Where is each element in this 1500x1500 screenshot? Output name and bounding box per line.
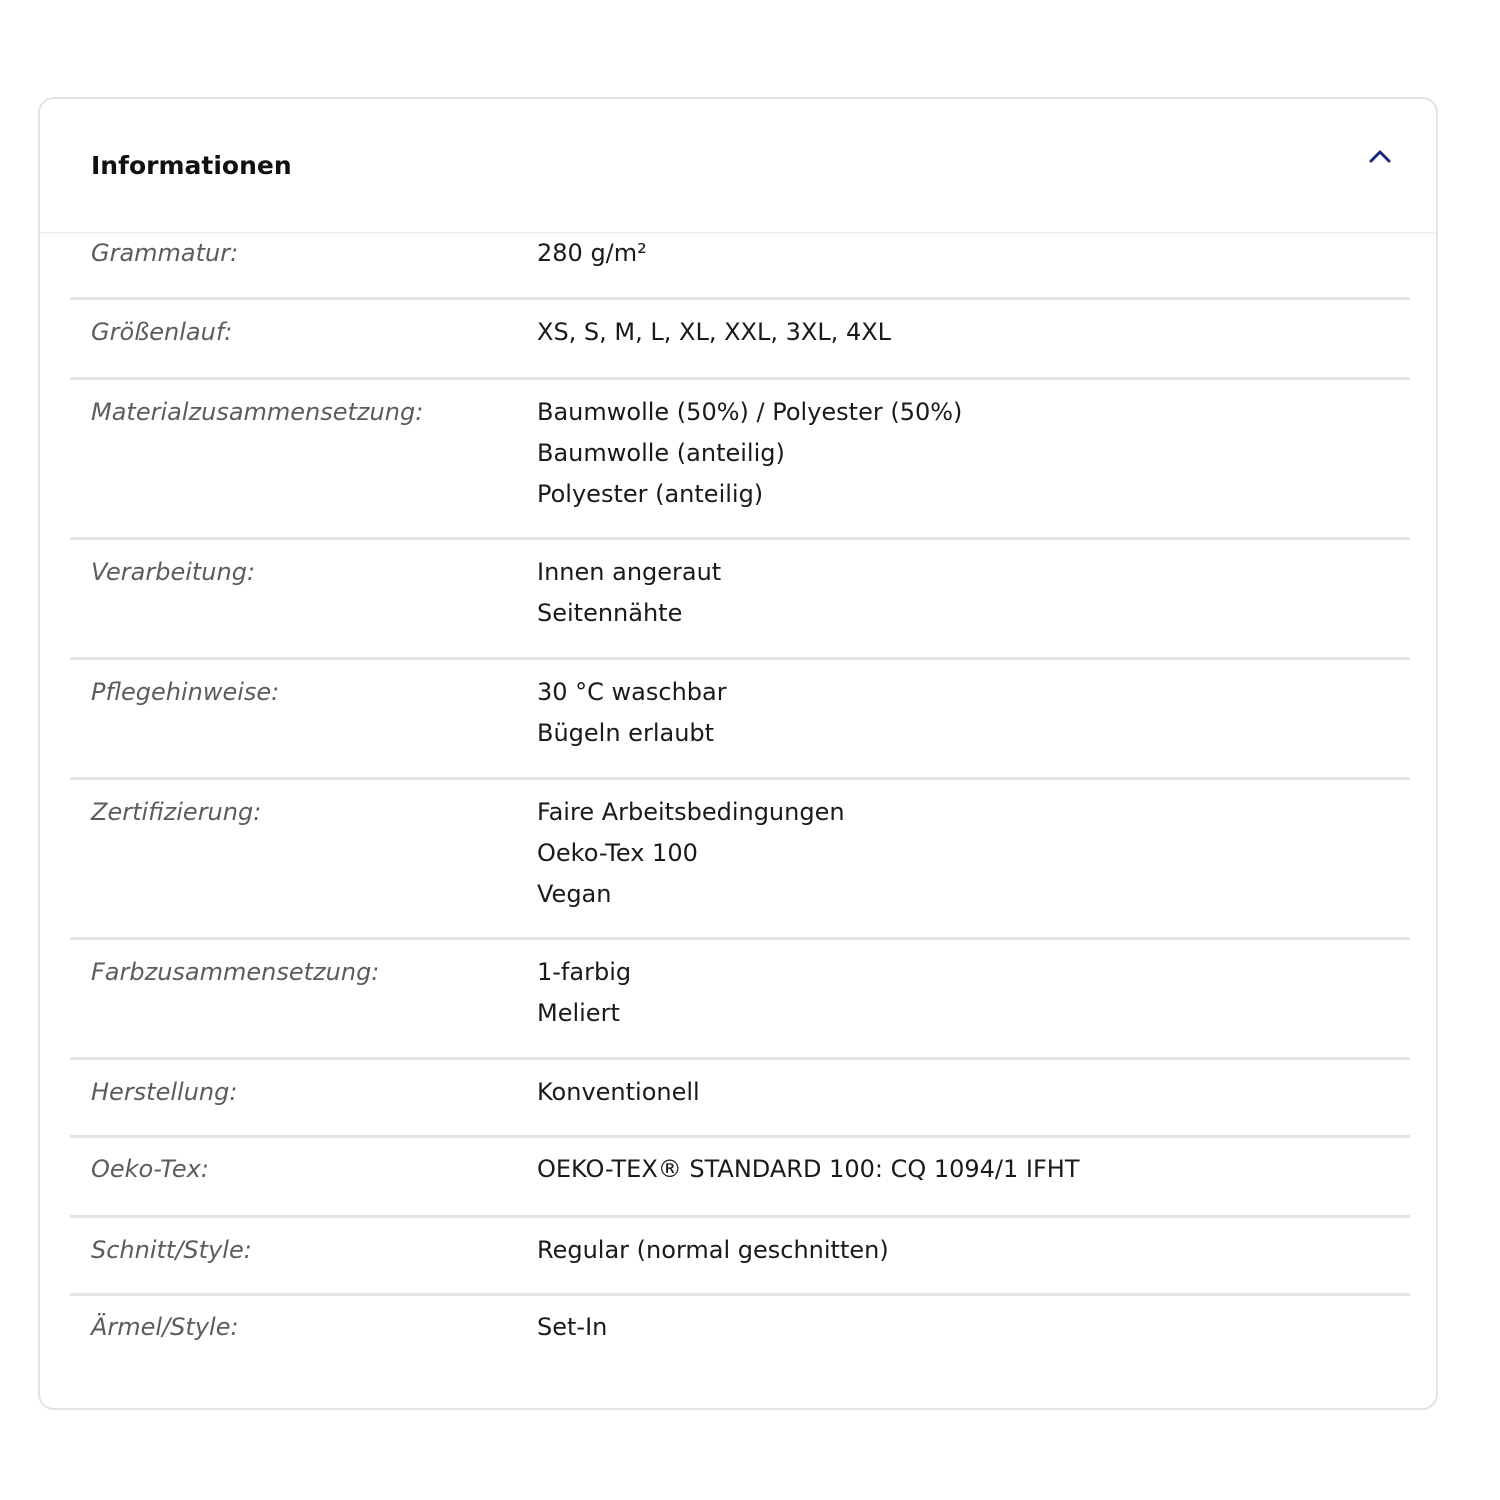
info-row-value: XS, S, M, L, XL, XXL, 3XL, 4XL <box>537 318 892 346</box>
info-row-label: Zertifizierung: <box>91 798 262 826</box>
info-row-values: Innen angeraut Seitennähte <box>537 552 721 634</box>
info-row-label: Farbzusammensetzung: <box>91 958 380 986</box>
info-row-values: XS, S, M, L, XL, XXL, 3XL, 4XL <box>537 312 891 353</box>
info-row-value: Vegan <box>537 880 612 908</box>
info-row-value: Seitennähte <box>537 599 683 627</box>
info-row-label: Grammatur: <box>91 239 239 267</box>
info-row-verarbeitung: Verarbeitung: Innen angeraut Seitennähte <box>70 540 1410 660</box>
info-row-values: Set-In <box>537 1307 607 1348</box>
info-row-label: Oeko-Tex: <box>91 1155 209 1183</box>
info-row-grammatur: Grammatur: 280 g/m² <box>70 233 1410 300</box>
info-row-values: 280 g/m² <box>537 233 647 274</box>
info-row-values: Konventionell <box>537 1072 700 1113</box>
info-row-value: Set-In <box>537 1313 608 1341</box>
info-row-values: OEKO-TEX® STANDARD 100: CQ 1094/1 IFHT <box>537 1149 1080 1190</box>
info-row-zertifizierung: Zertifizierung: Faire Arbeitsbedingungen O… <box>70 780 1410 940</box>
info-row-value: OEKO-TEX® STANDARD 100: CQ 1094/1 IFHT <box>537 1155 1080 1183</box>
info-row-oeko-tex: Oeko-Tex: OEKO-TEX® STANDARD 100: CQ 1094… <box>70 1138 1410 1218</box>
info-row-label: Verarbeitung: <box>91 558 256 586</box>
info-row-value: Polyester (anteilig) <box>537 480 764 508</box>
info-row-value: 280 g/m² <box>537 239 647 267</box>
info-row-value: Regular (normal geschnitten) <box>537 1236 889 1264</box>
accordion-header[interactable]: Informationen <box>40 99 1436 233</box>
info-row-value: Innen angeraut <box>537 558 722 586</box>
info-row-values: Faire Arbeitsbedingungen Oeko-Tex 100 Vega… <box>537 792 845 915</box>
info-row-values: Regular (normal geschnitten) <box>537 1230 889 1271</box>
info-row-value: Baumwolle (50%) / Polyester (50%) <box>537 398 963 426</box>
info-row-label: Größenlauf: <box>91 318 233 346</box>
info-row-label: Materialzusammensetzung: <box>91 398 424 426</box>
info-row-herstellung: Herstellung: Konventionell <box>70 1060 1410 1138</box>
info-row-value: 1-farbig <box>537 958 632 986</box>
information-accordion: Informationen Grammatur: 280 g/m² Größenla… <box>38 97 1438 1410</box>
info-row-label: Pflegehinweise: <box>91 678 280 706</box>
info-row-value: Bügeln erlaubt <box>537 719 715 747</box>
info-row-value: 30 °C waschbar <box>537 678 727 706</box>
info-row-materialzusammensetzung: Materialzusammensetzung: Baumwolle (50%) … <box>70 380 1410 540</box>
chevron-up-icon[interactable] <box>1368 145 1392 169</box>
info-row-value: Baumwolle (anteilig) <box>537 439 785 467</box>
info-row-values: 30 °C waschbar Bügeln erlaubt <box>537 672 727 754</box>
info-row-value: Oeko-Tex 100 <box>537 839 698 867</box>
info-row-aermel-style: Ärmel/Style: Set-In <box>70 1296 1410 1408</box>
info-row-label: Herstellung: <box>91 1078 238 1106</box>
info-row-value: Faire Arbeitsbedingungen <box>537 798 845 826</box>
info-row-values: 1-farbig Meliert <box>537 952 631 1034</box>
info-row-groessenlauf: Größenlauf: XS, S, M, L, XL, XXL, 3XL, 4X… <box>70 300 1410 380</box>
info-row-value: Meliert <box>537 999 620 1027</box>
info-row-farbzusammensetzung: Farbzusammensetzung: 1-farbig Meliert <box>70 940 1410 1060</box>
info-row-schnitt-style: Schnitt/Style: Regular (normal geschnitte… <box>70 1218 1410 1296</box>
info-row-value: Konventionell <box>537 1078 700 1106</box>
product-info-table: Grammatur: 280 g/m² Größenlauf: XS, S, M, L… <box>70 233 1410 1408</box>
info-row-pflegehinweise: Pflegehinweise: 30 °C waschbar Bügeln erla… <box>70 660 1410 780</box>
info-row-label: Schnitt/Style: <box>91 1236 252 1264</box>
info-row-label: Ärmel/Style: <box>91 1313 239 1341</box>
info-row-values: Baumwolle (50%) / Polyester (50%) Baumwol… <box>537 392 962 515</box>
accordion-title: Informationen <box>91 151 292 180</box>
